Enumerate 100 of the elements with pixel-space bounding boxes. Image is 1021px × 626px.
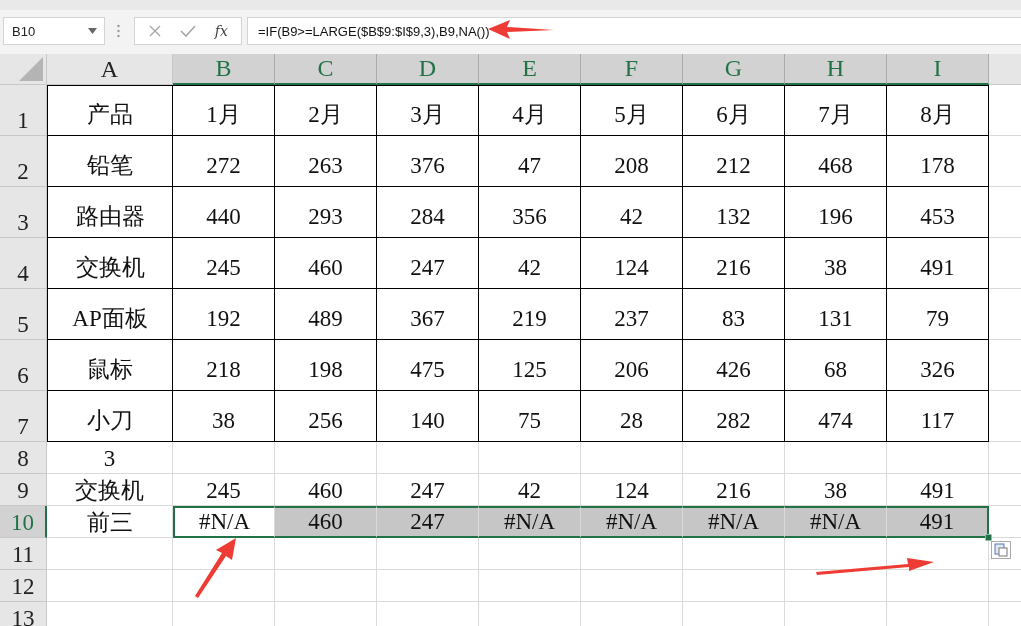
table-cell: 前三 — [47, 506, 173, 538]
table-cell: 468 — [785, 136, 887, 187]
row-header[interactable]: 7 — [0, 391, 47, 442]
table-cell: 68 — [785, 340, 887, 391]
column-header[interactable]: C — [275, 54, 377, 85]
table-cell: 263 — [275, 136, 377, 187]
table-cell: 367 — [377, 289, 479, 340]
table-cell: 124 — [581, 474, 683, 506]
table-cell: 475 — [377, 340, 479, 391]
table-cell: 38 — [173, 391, 275, 442]
table-cell: 路由器 — [47, 187, 173, 238]
enter-icon[interactable] — [180, 24, 197, 38]
row-header[interactable]: 13 — [0, 602, 47, 626]
column-header[interactable]: H — [785, 54, 887, 85]
row-header[interactable]: 10 — [0, 506, 47, 538]
table-cell: 8月 — [887, 85, 989, 136]
table-cell: 282 — [683, 391, 785, 442]
table-cell: 79 — [887, 289, 989, 340]
table-cell: 小刀 — [47, 391, 173, 442]
table-cell: 474 — [785, 391, 887, 442]
table-cell: AP面板 — [47, 289, 173, 340]
table-cell: 132 — [683, 187, 785, 238]
table-cell: 117 — [887, 391, 989, 442]
column-header[interactable]: D — [377, 54, 479, 85]
row-header[interactable]: 5 — [0, 289, 47, 340]
row-header[interactable]: 2 — [0, 136, 47, 187]
corner-triangle-icon — [19, 57, 43, 81]
row-header[interactable]: 4 — [0, 238, 47, 289]
table-cell: 7月 — [785, 85, 887, 136]
table-cell: 铅笔 — [47, 136, 173, 187]
column-header[interactable]: E — [479, 54, 581, 85]
table-cell: 440 — [173, 187, 275, 238]
table-cell: 237 — [581, 289, 683, 340]
column-header[interactable]: I — [887, 54, 989, 85]
table-cell: 5月 — [581, 85, 683, 136]
dropdown-icon[interactable] — [88, 28, 97, 34]
table-cell: #N/A — [173, 506, 275, 538]
table-cell: 47 — [479, 136, 581, 187]
column-header[interactable]: A — [47, 54, 173, 85]
table-cell: 326 — [887, 340, 989, 391]
table-cell: 218 — [173, 340, 275, 391]
insert-function-button[interactable]: fx — [214, 23, 228, 39]
row-header[interactable]: 12 — [0, 570, 47, 602]
table-cell: 产品 — [47, 85, 173, 136]
table-cell: 2月 — [275, 85, 377, 136]
table-cell: 247 — [377, 474, 479, 506]
table-cell: 6月 — [683, 85, 785, 136]
table-cell: 28 — [581, 391, 683, 442]
row-header[interactable]: 9 — [0, 474, 47, 506]
table-cell: 140 — [377, 391, 479, 442]
table-cell: 256 — [275, 391, 377, 442]
table-cell: 4月 — [479, 85, 581, 136]
table-cell: 460 — [275, 474, 377, 506]
table-cell: 426 — [683, 340, 785, 391]
table-cell: 124 — [581, 238, 683, 289]
table-cell: 284 — [377, 187, 479, 238]
table-cell: 42 — [479, 238, 581, 289]
table-cell: 鼠标 — [47, 340, 173, 391]
paste-options-icon[interactable] — [991, 541, 1011, 559]
table-cell: 460 — [275, 238, 377, 289]
table-cell: 356 — [479, 187, 581, 238]
table-cell: 219 — [479, 289, 581, 340]
table-cell: 216 — [683, 474, 785, 506]
column-header[interactable] — [989, 54, 1021, 85]
column-header[interactable]: G — [683, 54, 785, 85]
column-header[interactable]: B — [173, 54, 275, 85]
table-cell: 216 — [683, 238, 785, 289]
table-cell: 491 — [887, 506, 989, 538]
name-box[interactable]: B10 — [3, 17, 105, 45]
table-cell: 245 — [173, 238, 275, 289]
row-header[interactable]: 1 — [0, 85, 47, 136]
table-cell: 192 — [173, 289, 275, 340]
table-cell: #N/A — [479, 506, 581, 538]
table-cell: 38 — [785, 238, 887, 289]
row-header[interactable]: 3 — [0, 187, 47, 238]
table-cell: 208 — [581, 136, 683, 187]
row-header[interactable]: 11 — [0, 538, 47, 570]
table-cell: 1月 — [173, 85, 275, 136]
table-cell: 293 — [275, 187, 377, 238]
table-cell: 491 — [887, 238, 989, 289]
select-all-button[interactable] — [0, 54, 47, 85]
table-cell: 491 — [887, 474, 989, 506]
table-cell: 376 — [377, 136, 479, 187]
table-cell: 42 — [479, 474, 581, 506]
table-cell: 42 — [581, 187, 683, 238]
row-header[interactable]: 6 — [0, 340, 47, 391]
table-cell: 3月 — [377, 85, 479, 136]
table-cell: 272 — [173, 136, 275, 187]
table-cell: #N/A — [785, 506, 887, 538]
fill-handle-icon[interactable] — [985, 534, 992, 541]
column-header[interactable]: F — [581, 54, 683, 85]
table-cell: 178 — [887, 136, 989, 187]
table-cell: 交换机 — [47, 474, 173, 506]
formula-field[interactable]: =IF(B9>=LARGE($B$9:$I$9,3),B9,NA()) — [247, 17, 1021, 45]
table-cell: 460 — [275, 506, 377, 538]
table-cell: 38 — [785, 474, 887, 506]
cancel-icon[interactable] — [148, 24, 163, 38]
row-header[interactable]: 8 — [0, 442, 47, 474]
table-cell: #N/A — [581, 506, 683, 538]
drag-handle-icon[interactable] — [117, 24, 120, 38]
